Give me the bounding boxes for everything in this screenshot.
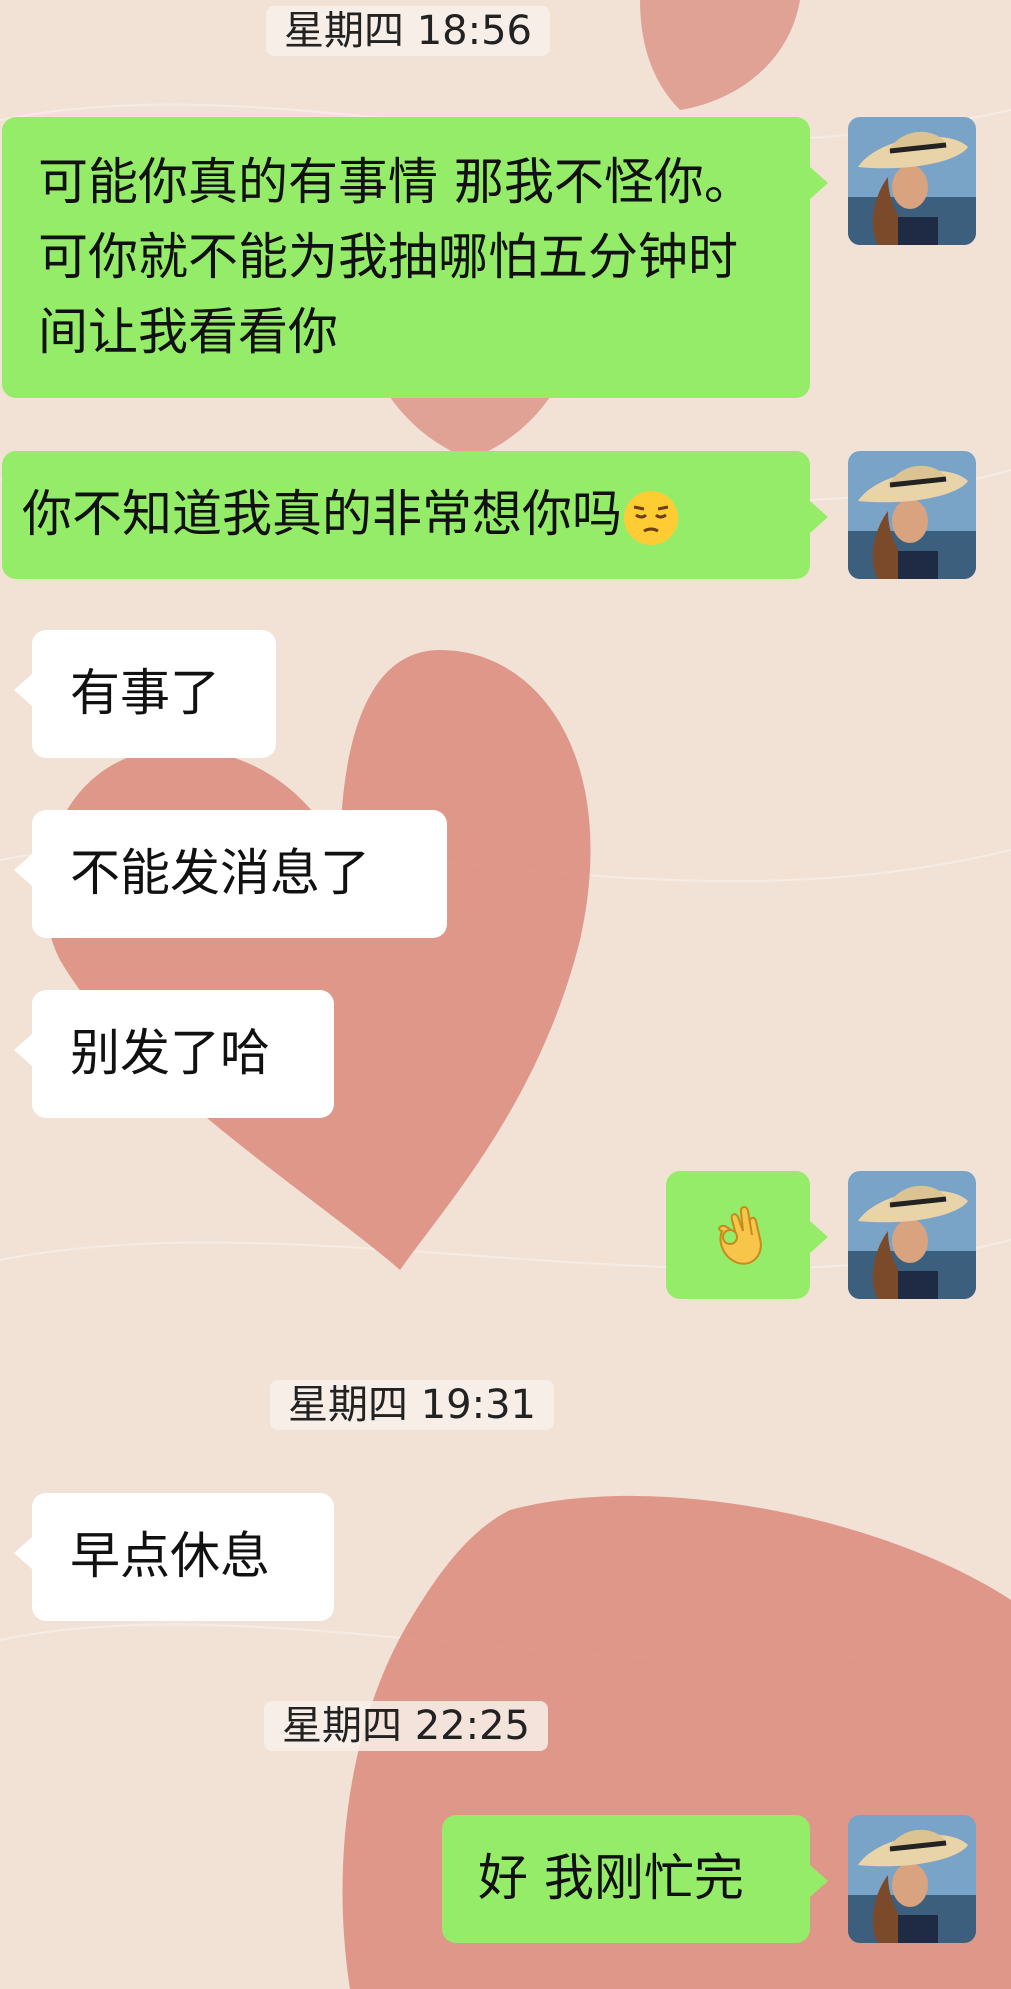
timestamp: 星期四 18:56 [266, 6, 550, 56]
message-bubble-sent[interactable]: 你不知道我真的非常想你吗 [2, 451, 828, 579]
message-text: 有事了 [70, 664, 220, 722]
chat-window[interactable]: 星期四 18:56 可能你真的有事情 那我不怪你。可你就不能为我抽哪怕五分钟时间… [0, 0, 1011, 1989]
woman-in-sunhat-avatar-icon [848, 1171, 976, 1299]
my-avatar[interactable] [848, 1171, 976, 1299]
my-avatar[interactable] [848, 451, 976, 579]
timestamp: 星期四 22:25 [264, 1701, 548, 1751]
message-bubble-received[interactable]: 有事了 [14, 630, 276, 758]
message-text: 早点休息 [70, 1527, 270, 1585]
message-bubble-received[interactable]: 别发了哈 [14, 990, 334, 1118]
my-avatar[interactable] [848, 1815, 976, 1943]
message-bubble-sent[interactable]: 可能你真的有事情 那我不怪你。可你就不能为我抽哪怕五分钟时间让我看看你 [2, 117, 828, 398]
message-bubble-sent[interactable]: 好 我刚忙完 [442, 1815, 828, 1943]
timestamp: 星期四 19:31 [270, 1380, 554, 1430]
pensive-face-icon [624, 490, 678, 545]
message-bubble-received[interactable]: 早点休息 [14, 1493, 334, 1621]
ok-hand-icon [718, 1206, 762, 1265]
woman-in-sunhat-avatar-icon [848, 451, 976, 579]
woman-in-sunhat-avatar-icon [848, 1815, 976, 1943]
message-text: 可能你真的有事情 那我不怪你。可你就不能为我抽哪怕五分钟时间让我看看你 [38, 153, 754, 361]
my-avatar[interactable] [848, 117, 976, 245]
message-bubble-sent[interactable] [666, 1171, 828, 1299]
message-bubble-received[interactable]: 不能发消息了 [14, 810, 447, 938]
message-text: 好 我刚忙完 [478, 1849, 744, 1907]
message-text: 不能发消息了 [70, 844, 370, 902]
message-text: 别发了哈 [70, 1024, 270, 1082]
woman-in-sunhat-avatar-icon [848, 117, 976, 245]
message-text: 你不知道我真的非常想你吗 [22, 485, 622, 543]
background-heart-top [640, 0, 800, 110]
